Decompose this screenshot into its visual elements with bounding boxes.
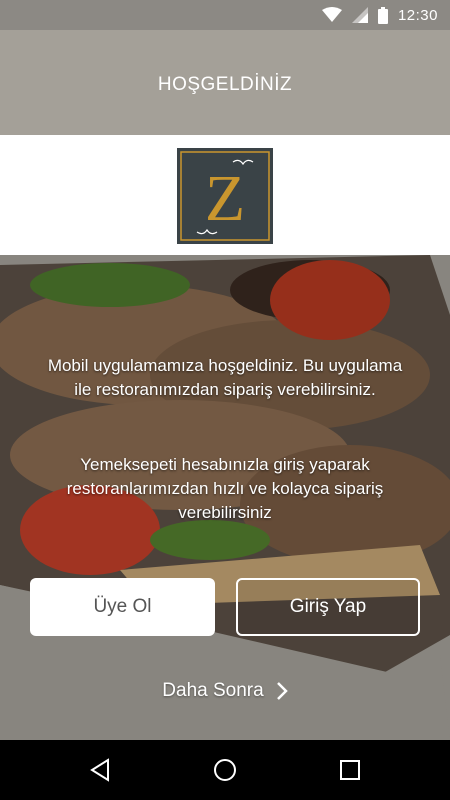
logo-band: Z [0,135,450,255]
battery-icon [377,6,388,24]
navigation-bar [0,740,450,800]
home-icon[interactable] [211,756,239,784]
chevron-right-icon [276,682,288,700]
later-link[interactable]: Daha Sonra [0,680,450,702]
back-icon[interactable] [86,756,114,784]
page-title: HOŞGELDİNİZ [157,74,293,95]
status-bar: 12:30 [0,0,450,30]
signal-icon [351,7,368,23]
later-label: Daha Sonra [162,680,264,701]
status-icons: 12:30 [321,5,438,25]
login-button[interactable]: Giriş Yap [236,578,420,636]
intro-paragraph-2: Yemeksepeti hesabınızla giriş yaparak re… [66,455,384,522]
restaurant-logo: Z [177,148,273,244]
wifi-icon [321,7,342,22]
header: HOŞGELDİNİZ [0,30,450,135]
intro-paragraph-1: Mobil uygulamamıza hoşgeldiniz. Bu uygul… [47,356,403,399]
svg-text:Z: Z [205,162,245,235]
status-time: 12:30 [397,6,438,24]
register-button[interactable]: Üye Ol [30,578,215,636]
recents-icon[interactable] [336,756,364,784]
